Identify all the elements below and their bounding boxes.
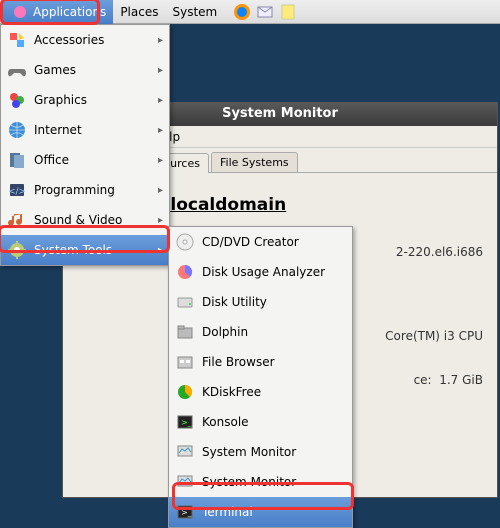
chevron-right-icon: ▸	[158, 245, 163, 256]
graphics-icon	[7, 90, 27, 110]
menu-item-multimedia[interactable]: Sound & Video ▸	[1, 205, 169, 235]
disc-icon	[175, 232, 195, 252]
top-panel: Applications Places System	[0, 0, 500, 24]
menu-item-label: Accessories	[34, 33, 151, 47]
firefox-icon[interactable]	[232, 2, 252, 22]
panel-places[interactable]: Places	[113, 3, 165, 21]
submenu-item-label: System Monitor	[202, 445, 296, 459]
svg-text:</>: </>	[8, 187, 26, 197]
menu-item-accessories[interactable]: Accessories ▸	[1, 25, 169, 55]
chevron-right-icon: ▸	[158, 185, 163, 196]
submenu-item-terminal[interactable]: >_ Terminal	[169, 497, 352, 527]
menu-item-office[interactable]: Office ▸	[1, 145, 169, 175]
file-manager-icon	[175, 352, 195, 372]
submenu-item-sysmonitor1[interactable]: System Monitor	[169, 437, 352, 467]
panel-applications[interactable]: Applications	[3, 0, 113, 24]
submenu-item-diskutility[interactable]: Disk Utility	[169, 287, 352, 317]
submenu-item-diskusage[interactable]: Disk Usage Analyzer	[169, 257, 352, 287]
menu-item-system-tools[interactable]: System Tools ▸	[1, 235, 169, 265]
submenu-item-label: Konsole	[202, 415, 249, 429]
submenu-item-label: Disk Usage Analyzer	[202, 265, 325, 279]
panel-system[interactable]: System	[165, 3, 224, 21]
menu-item-internet[interactable]: Internet ▸	[1, 115, 169, 145]
submenu-item-filebrowser[interactable]: File Browser	[169, 347, 352, 377]
menu-item-label: Office	[34, 153, 151, 167]
submenu-item-label: CD/DVD Creator	[202, 235, 299, 249]
menu-item-games[interactable]: Games ▸	[1, 55, 169, 85]
tab-filesystems[interactable]: File Systems	[211, 152, 298, 172]
pie-chart-icon	[175, 262, 195, 282]
panel-applications-label: Applications	[33, 5, 106, 19]
folder-icon	[175, 322, 195, 342]
chevron-right-icon: ▸	[158, 65, 163, 76]
mail-icon[interactable]	[255, 2, 275, 22]
submenu-item-sysmonitor2[interactable]: System Monitor	[169, 467, 352, 497]
menu-item-label: Games	[34, 63, 151, 77]
terminal-icon: >_	[175, 502, 195, 522]
menu-item-programming[interactable]: </> Programming ▸	[1, 175, 169, 205]
submenu-item-cddvd[interactable]: CD/DVD Creator	[169, 227, 352, 257]
chevron-right-icon: ▸	[158, 35, 163, 46]
multimedia-icon	[7, 210, 27, 230]
submenu-item-label: KDiskFree	[202, 385, 261, 399]
menu-item-graphics[interactable]: Graphics ▸	[1, 85, 169, 115]
submenu-item-label: Terminal	[202, 505, 253, 519]
menu-item-label: System Tools	[34, 243, 151, 257]
menu-item-label: Internet	[34, 123, 151, 137]
foot-icon	[10, 2, 30, 22]
games-icon	[7, 60, 27, 80]
chevron-right-icon: ▸	[158, 155, 163, 166]
internet-icon	[7, 120, 27, 140]
menu-item-label: Programming	[34, 183, 151, 197]
submenu-item-kdiskfree[interactable]: KDiskFree	[169, 377, 352, 407]
applications-menu: Accessories ▸ Games ▸ Graphics ▸ Interne…	[0, 24, 170, 266]
monitor-icon	[175, 472, 195, 492]
svg-text:>_: >_	[181, 418, 193, 427]
chevron-right-icon: ▸	[158, 125, 163, 136]
svg-text:>_: >_	[181, 508, 193, 517]
kdiskfree-icon	[175, 382, 195, 402]
menu-item-label: Graphics	[34, 93, 151, 107]
office-icon	[7, 150, 27, 170]
chevron-right-icon: ▸	[158, 95, 163, 106]
system-tools-submenu: CD/DVD Creator Disk Usage Analyzer Disk …	[168, 226, 353, 528]
submenu-item-label: File Browser	[202, 355, 275, 369]
konsole-icon: >_	[175, 412, 195, 432]
programming-icon: </>	[7, 180, 27, 200]
accessories-icon	[7, 30, 27, 50]
submenu-item-label: Dolphin	[202, 325, 248, 339]
submenu-item-label: Disk Utility	[202, 295, 267, 309]
drive-icon	[175, 292, 195, 312]
system-tools-icon	[7, 240, 27, 260]
chevron-right-icon: ▸	[158, 215, 163, 226]
submenu-item-konsole[interactable]: >_ Konsole	[169, 407, 352, 437]
notes-icon[interactable]	[278, 2, 298, 22]
monitor-icon	[175, 442, 195, 462]
menu-item-label: Sound & Video	[34, 213, 151, 227]
submenu-item-label: System Monitor	[202, 475, 296, 489]
submenu-item-dolphin[interactable]: Dolphin	[169, 317, 352, 347]
